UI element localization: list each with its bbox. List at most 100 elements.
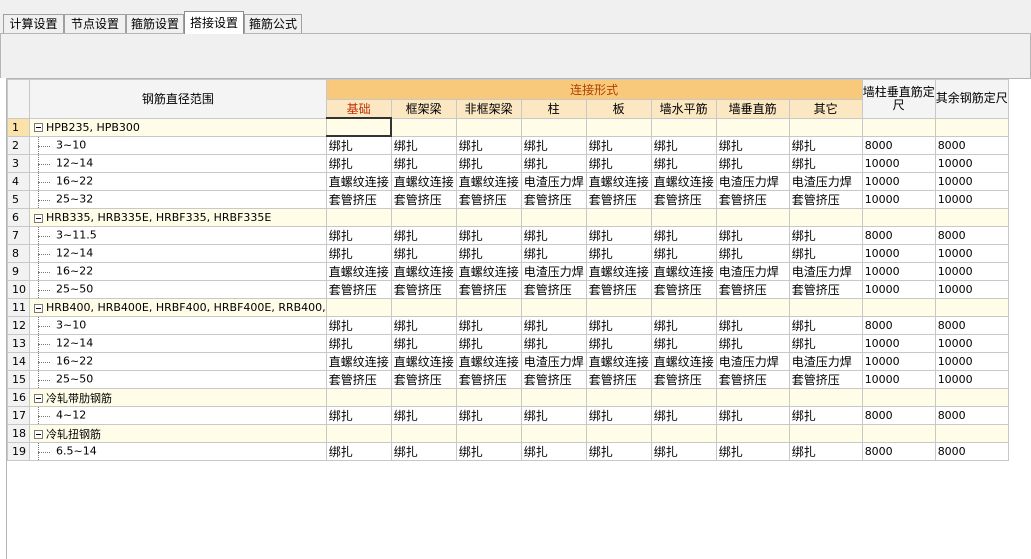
connection-cell[interactable]: 绑扎: [715, 154, 790, 173]
collapse-icon[interactable]: [34, 394, 43, 403]
table-row[interactable]: 19 6.5~14 绑扎 绑扎 绑扎 绑扎 绑扎 绑扎 绑扎 绑扎 8000 8000: [7, 442, 1009, 461]
table-row[interactable]: 13 12~14 绑扎 绑扎 绑扎 绑扎 绑扎 绑扎 绑扎 绑扎 10000 10000: [7, 334, 1009, 353]
connection-cell[interactable]: [520, 298, 587, 317]
tab-calc-settings[interactable]: 计算设置: [3, 14, 64, 33]
connection-cell[interactable]: 绑扎: [390, 406, 457, 425]
collapse-icon[interactable]: [34, 430, 43, 439]
connection-cell[interactable]: 绑扎: [585, 154, 652, 173]
connection-cell[interactable]: 套管挤压: [650, 190, 717, 209]
connection-cell[interactable]: 套管挤压: [520, 190, 587, 209]
other-length-cell[interactable]: 10000: [934, 172, 1009, 191]
connection-cell[interactable]: 绑扎: [585, 135, 652, 155]
connection-cell[interactable]: 直螺纹连接: [390, 172, 457, 191]
diameter-range-cell[interactable]: 3~10: [29, 135, 327, 155]
row-number[interactable]: 3: [7, 154, 30, 173]
connection-cell[interactable]: 绑扎: [788, 442, 863, 461]
connection-cell[interactable]: 直螺纹连接: [390, 262, 457, 281]
connection-cell[interactable]: 套管挤压: [325, 370, 392, 389]
connection-cell[interactable]: [390, 208, 457, 227]
other-length-cell[interactable]: [934, 208, 1009, 227]
connection-cell[interactable]: 绑扎: [788, 244, 863, 263]
wall-column-length-cell[interactable]: 10000: [861, 334, 936, 353]
connection-cell[interactable]: 绑扎: [455, 406, 522, 425]
connection-cell[interactable]: 电渣压力焊: [520, 262, 587, 281]
wall-column-length-cell[interactable]: 8000: [861, 442, 936, 461]
connection-cell[interactable]: [585, 208, 652, 227]
connection-cell[interactable]: 套管挤压: [455, 370, 522, 389]
connection-cell[interactable]: 绑扎: [788, 135, 863, 155]
other-length-cell[interactable]: 10000: [934, 280, 1009, 299]
table-row[interactable]: 14 16~22 直螺纹连接 直螺纹连接 直螺纹连接 电渣压力焊 直螺纹连接 直螺纹连接 电渣压…: [7, 352, 1009, 371]
connection-cell[interactable]: 电渣压力焊: [788, 262, 863, 281]
diameter-range-cell[interactable]: HRB400, HRB400E, HRBF400, HRBF400E, RRB4…: [29, 298, 327, 317]
row-number[interactable]: 8: [7, 244, 30, 263]
diameter-range-cell[interactable]: 16~22: [29, 262, 327, 281]
connection-cell[interactable]: 绑扎: [325, 244, 392, 263]
connection-cell[interactable]: 套管挤压: [585, 280, 652, 299]
diameter-range-cell[interactable]: 冷轧带肋钢筋: [29, 388, 327, 407]
connection-cell[interactable]: 绑扎: [715, 406, 790, 425]
wall-column-length-cell[interactable]: [861, 117, 936, 137]
connection-cell[interactable]: 套管挤压: [325, 190, 392, 209]
other-length-cell[interactable]: [934, 424, 1009, 443]
connection-cell[interactable]: 绑扎: [788, 226, 863, 245]
other-length-cell[interactable]: 10000: [934, 244, 1009, 263]
connection-cell[interactable]: 绑扎: [788, 316, 863, 335]
connection-cell[interactable]: 电渣压力焊: [715, 172, 790, 191]
connection-cell[interactable]: [390, 117, 457, 137]
connection-cell[interactable]: 套管挤压: [715, 280, 790, 299]
connection-cell[interactable]: 套管挤压: [520, 370, 587, 389]
wall-column-length-cell[interactable]: 10000: [861, 280, 936, 299]
diameter-range-cell[interactable]: 25~32: [29, 190, 327, 209]
connection-cell[interactable]: 绑扎: [585, 316, 652, 335]
connection-cell[interactable]: 套管挤压: [788, 370, 863, 389]
connection-cell[interactable]: 绑扎: [788, 334, 863, 353]
wall-column-length-cell[interactable]: [861, 388, 936, 407]
wall-column-length-cell[interactable]: 8000: [861, 406, 936, 425]
diameter-range-cell[interactable]: 16~22: [29, 172, 327, 191]
diameter-range-cell[interactable]: 4~12: [29, 406, 327, 425]
table-row[interactable]: 12 3~10 绑扎 绑扎 绑扎 绑扎 绑扎 绑扎 绑扎 绑扎 8000 8000: [7, 316, 1009, 335]
connection-cell[interactable]: 绑扎: [455, 226, 522, 245]
other-length-cell[interactable]: 8000: [934, 406, 1009, 425]
connection-cell[interactable]: 直螺纹连接: [325, 262, 392, 281]
connection-cell[interactable]: 绑扎: [650, 406, 717, 425]
table-row[interactable]: 15 25~50 套管挤压 套管挤压 套管挤压 套管挤压 套管挤压 套管挤压 套管挤压 套管挤压 1…: [7, 370, 1009, 389]
row-number[interactable]: 11: [7, 298, 30, 317]
table-row[interactable]: 9 16~22 直螺纹连接 直螺纹连接 直螺纹连接 电渣压力焊 直螺纹连接 直螺纹连接 电渣压力…: [7, 262, 1009, 281]
tab-node-settings[interactable]: 节点设置: [64, 14, 126, 33]
connection-cell[interactable]: [585, 424, 652, 443]
connection-cell[interactable]: [715, 298, 790, 317]
connection-cell[interactable]: [390, 388, 457, 407]
connection-cell[interactable]: 直螺纹连接: [455, 172, 522, 191]
connection-cell[interactable]: 绑扎: [585, 442, 652, 461]
connection-cell[interactable]: 直螺纹连接: [650, 172, 717, 191]
connection-cell[interactable]: [325, 208, 392, 227]
connection-cell[interactable]: [325, 388, 392, 407]
connection-cell[interactable]: 绑扎: [390, 226, 457, 245]
connection-cell[interactable]: 绑扎: [585, 226, 652, 245]
diameter-range-cell[interactable]: 12~14: [29, 334, 327, 353]
wall-column-length-cell[interactable]: 10000: [861, 352, 936, 371]
connection-cell[interactable]: 套管挤压: [585, 370, 652, 389]
connection-cell[interactable]: [455, 117, 522, 137]
connection-cell[interactable]: 套管挤压: [585, 190, 652, 209]
connection-cell[interactable]: [390, 298, 457, 317]
table-group-row[interactable]: 11 HRB400, HRB400E, HRBF400, HRBF400E, RR…: [7, 298, 1009, 317]
connection-cell[interactable]: 绑扎: [390, 135, 457, 155]
connection-cell[interactable]: 直螺纹连接: [455, 262, 522, 281]
connection-cell[interactable]: 绑扎: [788, 406, 863, 425]
connection-cell[interactable]: 绑扎: [325, 226, 392, 245]
table-row[interactable]: 3 12~14 绑扎 绑扎 绑扎 绑扎 绑扎 绑扎 绑扎 绑扎 10000 10000: [7, 154, 1009, 173]
connection-cell[interactable]: [520, 388, 587, 407]
connection-cell[interactable]: 套管挤压: [520, 280, 587, 299]
connection-cell[interactable]: [455, 298, 522, 317]
connection-cell[interactable]: 绑扎: [520, 154, 587, 173]
collapse-icon[interactable]: [34, 123, 43, 132]
connection-cell[interactable]: 绑扎: [390, 442, 457, 461]
wall-column-length-cell[interactable]: [861, 424, 936, 443]
table-row[interactable]: 4 16~22 直螺纹连接 直螺纹连接 直螺纹连接 电渣压力焊 直螺纹连接 直螺纹连接 电渣压力…: [7, 172, 1009, 191]
connection-cell[interactable]: 直螺纹连接: [650, 262, 717, 281]
connection-cell[interactable]: [650, 424, 717, 443]
wall-column-length-cell[interactable]: 8000: [861, 226, 936, 245]
